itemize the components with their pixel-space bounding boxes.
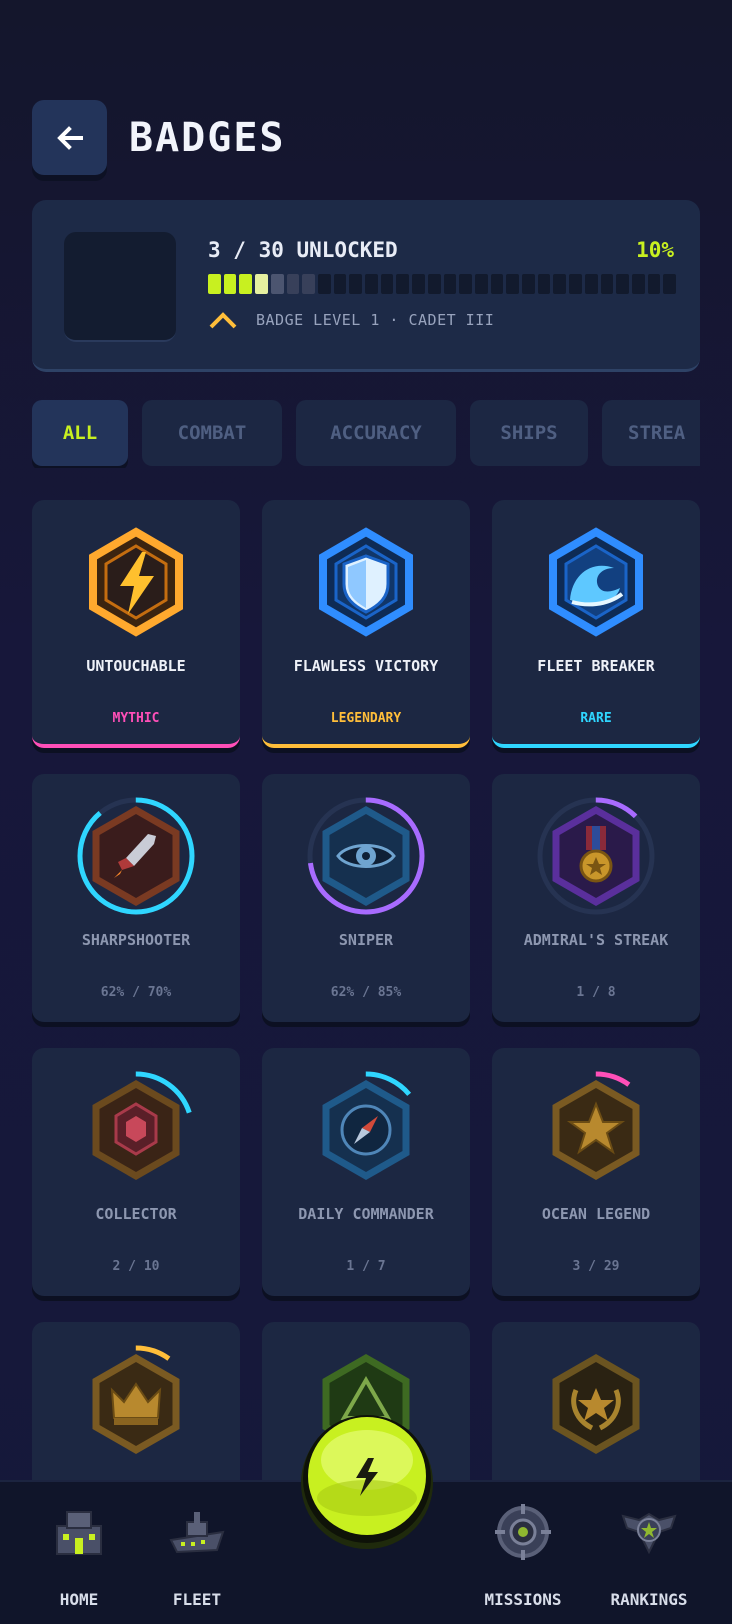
nav-label: FLEET [172, 1590, 222, 1609]
badge-progress-text: 1 / 7 [346, 1259, 386, 1274]
progress-segment [663, 274, 677, 294]
progress-bar [208, 274, 677, 294]
badge-level-label: BADGE LEVEL 1 · CADET III [256, 311, 495, 329]
badge-card[interactable]: OCEAN LEGEND 3 / 29 [492, 1048, 700, 1296]
badge-card[interactable]: COLLECTOR 2 / 10 [32, 1048, 240, 1296]
shield-icon [319, 527, 413, 637]
badge-progress-text: 62% / 85% [330, 985, 402, 1000]
badge-name: OCEAN LEGEND [541, 1205, 651, 1223]
badge-rarity: RARE [580, 711, 612, 726]
unlocked-count: 3 / 30 UNLOCKED [208, 238, 398, 262]
progress-segment [506, 274, 520, 294]
progress-segment [412, 274, 425, 294]
category-tabs: ALL COMBAT ACCURACY SHIPS STREA [32, 400, 700, 468]
progress-segment [365, 274, 378, 294]
progress-segment [302, 274, 315, 294]
badge-progress-text: 3 / 29 [572, 1259, 620, 1274]
nav-missions[interactable]: MISSIONS [468, 1482, 578, 1624]
back-button[interactable] [32, 100, 107, 175]
badge-card[interactable]: FLEET BREAKER RARE [492, 500, 700, 748]
nav-label: HOME [59, 1590, 99, 1609]
progress-segment [459, 274, 472, 294]
nav-fleet[interactable]: FLEET [142, 1482, 252, 1624]
badge-card[interactable]: ADMIRAL'S STREAK 1 / 8 [492, 774, 700, 1022]
badge-progress-card: 3 / 30 UNLOCKED 10% BADGE LEVEL 1 · CADE… [32, 200, 700, 372]
badge-card[interactable]: DAILY COMMANDER 1 / 7 [262, 1048, 470, 1296]
progress-segment [616, 274, 629, 294]
laurel-star-icon [552, 1353, 640, 1455]
progress-segment [427, 274, 441, 294]
compass-icon [307, 1071, 425, 1189]
progress-segment [396, 274, 410, 294]
progress-segment [239, 274, 253, 294]
badge-card[interactable]: SHARPSHOOTER 62% / 70% [32, 774, 240, 1022]
medal-icon [537, 797, 655, 915]
tab-ships[interactable]: SHIPS [470, 400, 588, 466]
base-icon [56, 1511, 102, 1555]
progress-segment [380, 274, 394, 294]
badge-level-emblem [64, 232, 176, 342]
progress-segment [333, 274, 347, 294]
badge-progress-text: 1 / 8 [576, 985, 616, 1000]
progress-segment [443, 274, 457, 294]
lightning-icon [89, 527, 183, 637]
arrow-left-icon [56, 125, 83, 150]
progress-segment [537, 274, 551, 294]
progress-segment [647, 274, 661, 294]
progress-segment [553, 274, 567, 294]
page-title: BADGES [129, 114, 286, 161]
target-icon [495, 1504, 551, 1560]
badge-name: FLEET BREAKER [537, 657, 655, 675]
crown-icon [77, 1345, 195, 1463]
tab-streaks[interactable]: STREA [602, 400, 700, 466]
badge-name: SNIPER [338, 931, 394, 949]
badge-rarity: LEGENDARY [330, 711, 402, 726]
badge-card[interactable]: UNTOUCHABLE MYTHIC [32, 500, 240, 748]
badge-card[interactable]: SNIPER 62% / 85% [262, 774, 470, 1022]
progress-segment [208, 274, 221, 294]
progress-segment [349, 274, 363, 294]
wave-icon [549, 527, 643, 637]
badge-name: DAILY COMMANDER [298, 1205, 434, 1223]
unlocked-percent: 10% [636, 238, 674, 262]
ship-icon [169, 1512, 225, 1554]
badge-progress-text: 2 / 10 [112, 1259, 160, 1274]
play-fab-button[interactable] [296, 1408, 438, 1550]
badge-name: ADMIRAL'S STREAK [523, 931, 669, 949]
rocket-icon [77, 797, 195, 915]
badge-card[interactable]: FLAWLESS VICTORY LEGENDARY [262, 500, 470, 748]
header: BADGES [32, 100, 286, 175]
eye-icon [307, 797, 425, 915]
progress-segment [522, 274, 535, 294]
progress-segment [600, 274, 614, 294]
badge-name: COLLECTOR [95, 1205, 177, 1223]
badge-progress-text: 62% / 70% [100, 985, 172, 1000]
badge-name: SHARPSHOOTER [81, 931, 191, 949]
chevron-up-icon [209, 312, 237, 329]
progress-segment [490, 274, 504, 294]
progress-segment [255, 274, 268, 294]
badge-name: UNTOUCHABLE [86, 657, 186, 675]
progress-segment [223, 274, 237, 294]
badge-level-row: BADGE LEVEL 1 · CADET III [208, 310, 494, 330]
progress-segment [584, 274, 598, 294]
progress-segment [631, 274, 645, 294]
progress-segment [474, 274, 488, 294]
nav-rankings[interactable]: RANKINGS [594, 1482, 704, 1624]
badge-name: FLAWLESS VICTORY [293, 657, 439, 675]
tab-all[interactable]: ALL [32, 400, 128, 466]
nav-home[interactable]: HOME [24, 1482, 134, 1624]
progress-segment [317, 274, 331, 294]
star-icon [537, 1071, 655, 1189]
progress-segment [286, 274, 300, 294]
gem-icon [77, 1071, 195, 1189]
progress-segment [569, 274, 582, 294]
badge-rarity: MYTHIC [112, 711, 160, 726]
rank-icon [621, 1512, 677, 1555]
tab-accuracy[interactable]: ACCURACY [296, 400, 456, 466]
nav-label: RANKINGS [610, 1590, 688, 1609]
progress-segment [270, 274, 284, 294]
nav-label: MISSIONS [484, 1590, 562, 1609]
tab-combat[interactable]: COMBAT [142, 400, 282, 466]
